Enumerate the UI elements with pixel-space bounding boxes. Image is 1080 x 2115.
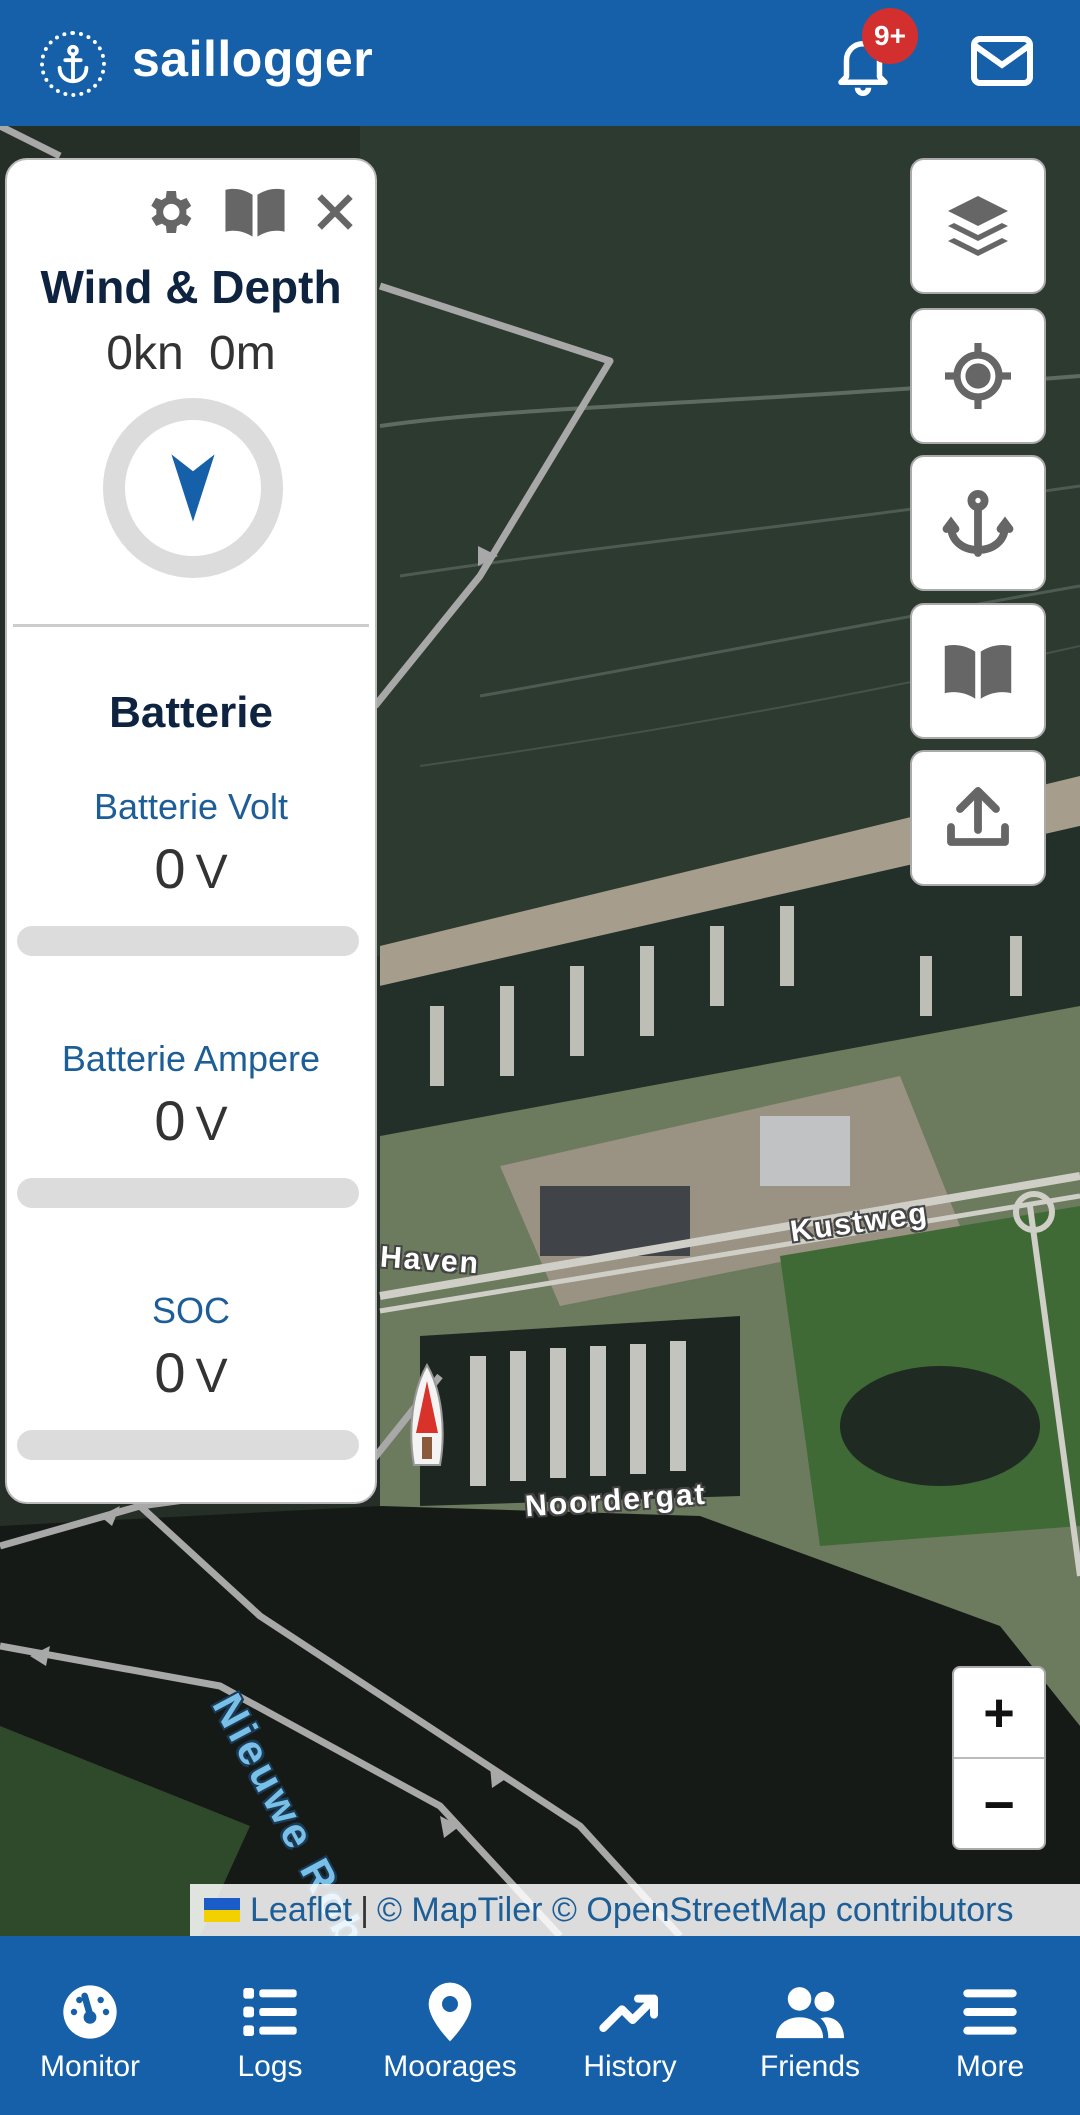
battery-ampere-number: 0	[154, 1089, 186, 1152]
battery-volt-bar	[17, 926, 359, 956]
anchor-icon	[942, 489, 1014, 557]
locate-button[interactable]	[910, 308, 1046, 444]
battery-ampere-unit: V	[195, 1098, 228, 1151]
battery-volt-number: 0	[154, 837, 186, 900]
list-icon	[243, 1988, 297, 2036]
anchor-button[interactable]	[910, 455, 1046, 591]
depth-value: 0m	[209, 327, 276, 380]
wind-depth-values: 0kn 0m	[7, 326, 375, 381]
bottom-navigation: Monitor Logs Moorages History Friends Mo…	[0, 1936, 1080, 2115]
battery-title: Batterie	[109, 688, 273, 737]
battery-ampere-label: Batterie Ampere	[61, 1038, 321, 1079]
soc-number: 0	[154, 1341, 186, 1404]
zoom-out-button[interactable]: −	[954, 1759, 1044, 1850]
upload-icon	[947, 787, 1009, 846]
book-icon	[944, 644, 1012, 699]
gear-icon[interactable]	[141, 184, 197, 240]
nav-logs-label: Logs	[237, 2050, 303, 2083]
panel-divider	[13, 624, 369, 627]
app-title[interactable]: saillogger	[132, 30, 373, 88]
mail-icon[interactable]	[970, 34, 1034, 88]
nav-history[interactable]: History	[540, 1936, 720, 2115]
boat-position-icon[interactable]	[402, 1361, 452, 1471]
battery-volt-label: Batterie Volt	[93, 786, 289, 827]
soc-bar	[17, 1430, 359, 1460]
nav-history-label: History	[583, 2050, 677, 2083]
layers-button[interactable]	[910, 158, 1046, 294]
battery-ampere-bar	[17, 1178, 359, 1208]
panel-toolbar	[141, 184, 357, 240]
nav-moorages-label: Moorages	[383, 2050, 517, 2083]
close-icon[interactable]	[313, 184, 357, 240]
nav-moorages[interactable]: Moorages	[360, 1936, 540, 2115]
trend-icon	[599, 1994, 658, 2032]
battery-volt-unit: V	[195, 846, 228, 899]
zoom-control: + −	[952, 1666, 1046, 1850]
menu-icon	[963, 1989, 1017, 2035]
users-icon	[776, 1987, 844, 2039]
wind-speed-value: 0kn	[106, 327, 184, 380]
soc-label: SOC	[151, 1290, 230, 1331]
map-label-haven: Haven	[379, 1240, 482, 1281]
battery-ampere-value: 0V	[7, 1088, 375, 1153]
attribution-separator: |	[360, 1890, 369, 1929]
wind-compass	[103, 398, 283, 578]
nav-more-label: More	[955, 2050, 1025, 2083]
book-icon[interactable]	[223, 184, 287, 240]
nav-friends[interactable]: Friends	[720, 1936, 900, 2115]
logbook-button[interactable]	[910, 603, 1046, 739]
nav-friends-label: Friends	[759, 2050, 861, 2083]
instrument-panel: Wind & Depth 0kn 0m Batterie Batterie Vo…	[5, 158, 377, 1504]
soc-unit: V	[195, 1350, 228, 1403]
nav-more[interactable]: More	[900, 1936, 1080, 2115]
nav-logs[interactable]: Logs	[180, 1936, 360, 2115]
anchor-logo-icon[interactable]	[40, 31, 106, 97]
nav-monitor-label: Monitor	[39, 2050, 141, 2083]
wind-depth-title: Wind & Depth	[40, 261, 342, 313]
zoom-in-button[interactable]: +	[954, 1668, 1044, 1759]
battery-volt-value: 0V	[7, 836, 375, 901]
layers-icon	[948, 196, 1008, 256]
leaflet-link[interactable]: Leaflet	[250, 1891, 352, 1930]
nav-monitor[interactable]: Monitor	[0, 1936, 180, 2115]
gauge-icon	[63, 1985, 117, 2039]
share-button[interactable]	[910, 750, 1046, 886]
crosshair-icon	[945, 343, 1011, 409]
notification-badge: 9+	[862, 8, 918, 64]
map-attribution: Leaflet | © MapTiler © OpenStreetMap con…	[190, 1884, 1080, 1936]
wind-arrow-icon	[171, 454, 215, 522]
map-pin-icon	[428, 1982, 472, 2042]
soc-value: 0V	[7, 1340, 375, 1405]
ukraine-flag-icon	[204, 1898, 240, 1922]
app-header: saillogger 9+	[0, 0, 1080, 126]
map-credits-link[interactable]: © MapTiler © OpenStreetMap contributors	[377, 1891, 1014, 1930]
